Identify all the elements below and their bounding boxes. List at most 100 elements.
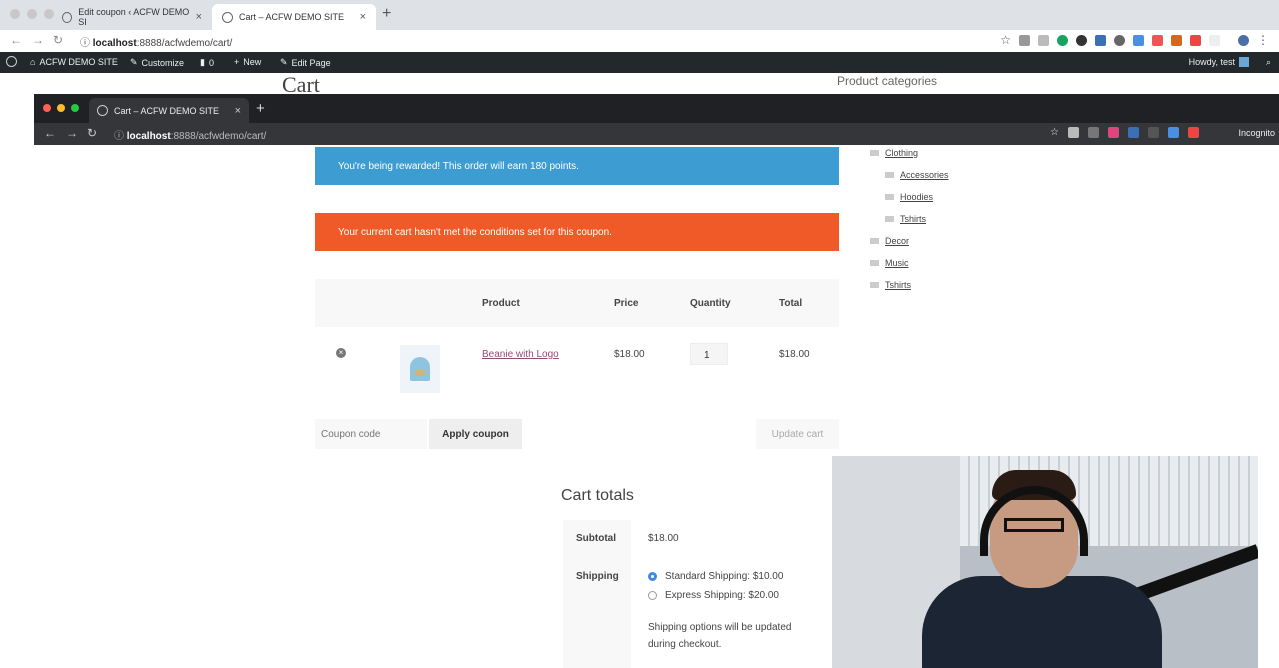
inner-address-bar: ← → ↻ ⓘ localhost:8888/acfwdemo/cart/ ☆ …: [34, 123, 1279, 145]
shipping-note: during checkout.: [648, 639, 722, 650]
category-item[interactable]: Decor: [870, 236, 909, 246]
comments-link[interactable]: ▮ 0: [200, 57, 214, 68]
search-icon[interactable]: ⌕: [1266, 57, 1271, 68]
extension-icon[interactable]: [1168, 127, 1179, 138]
header-product: Product: [482, 298, 520, 309]
close-tab-icon[interactable]: ×: [360, 11, 366, 23]
extension-icon[interactable]: [1190, 34, 1201, 46]
home-icon: ⌂: [30, 57, 36, 67]
extension-icon[interactable]: [1095, 34, 1106, 46]
item-total: $18.00: [779, 349, 810, 360]
back-icon[interactable]: ←: [10, 33, 22, 47]
back-icon[interactable]: ←: [44, 126, 56, 140]
extension-icon[interactable]: [1019, 34, 1030, 46]
standard-shipping-label[interactable]: Standard Shipping: $10.00: [665, 571, 783, 582]
tab-cart[interactable]: Cart – ACFW DEMO SITE ×: [212, 4, 376, 30]
close-tab-icon[interactable]: ×: [235, 105, 241, 117]
comment-icon: ▮: [200, 57, 205, 67]
extension-icon[interactable]: [1114, 34, 1125, 46]
extension-icon[interactable]: [1209, 34, 1220, 46]
avatar: [1239, 57, 1249, 67]
outer-address-bar: ← → ↻ ⓘ localhost:8888/acfwdemo/cart/ ☆ …: [0, 30, 1279, 53]
new-tab-button[interactable]: +: [256, 100, 265, 117]
category-item[interactable]: Clothing: [870, 148, 918, 158]
coupon-code-input[interactable]: [315, 419, 427, 449]
star-icon[interactable]: ☆: [1000, 33, 1011, 47]
inner-tab-strip: Cart – ACFW DEMO SITE × +: [34, 94, 1279, 123]
extension-icon[interactable]: [1068, 127, 1079, 138]
url-field[interactable]: ⓘ localhost:8888/acfwdemo/cart/: [114, 127, 266, 142]
product-link[interactable]: Beanie with Logo: [482, 349, 559, 360]
extension-icon[interactable]: [1188, 127, 1199, 138]
category-item[interactable]: Hoodies: [885, 192, 933, 202]
url-field[interactable]: ⓘ localhost:8888/acfwdemo/cart/: [80, 34, 232, 49]
subtotal-label: Subtotal: [576, 533, 616, 544]
reload-icon[interactable]: ↻: [53, 33, 63, 47]
window-controls[interactable]: [10, 9, 54, 19]
folder-icon: [870, 282, 879, 288]
webcam-overlay: [832, 456, 1258, 668]
forward-icon[interactable]: →: [66, 126, 78, 140]
brush-icon: ✎: [130, 57, 138, 67]
rewards-notice: You're being rewarded! This order will e…: [315, 147, 839, 185]
totals-label-column: Subtotal Shipping: [563, 520, 631, 668]
extension-icon[interactable]: [1076, 34, 1087, 46]
customize-link[interactable]: ✎ Customize: [130, 57, 184, 68]
product-thumbnail[interactable]: [400, 345, 440, 393]
site-name-link[interactable]: ⌂ ACFW DEMO SITE: [30, 57, 118, 67]
edit-page-link[interactable]: ✎ Edit Page: [280, 57, 331, 68]
standard-shipping-radio[interactable]: [648, 572, 657, 581]
express-shipping-radio[interactable]: [648, 591, 657, 600]
tab-cart[interactable]: Cart – ACFW DEMO SITE ×: [89, 98, 249, 123]
subtotal-value: $18.00: [648, 533, 679, 544]
category-item[interactable]: Tshirts: [870, 280, 911, 290]
extension-icon[interactable]: [1152, 34, 1163, 46]
profile-icon[interactable]: [1238, 34, 1249, 46]
express-shipping-label[interactable]: Express Shipping: $20.00: [665, 590, 779, 601]
remove-item-icon[interactable]: ×: [336, 348, 346, 358]
shipping-label: Shipping: [576, 571, 619, 582]
extension-icon[interactable]: [1088, 127, 1099, 138]
extension-icon[interactable]: [1128, 127, 1139, 138]
tab-edit-coupon[interactable]: Edit coupon ‹ ACFW DEMO SI ×: [52, 4, 212, 30]
sidebar-heading: Product categories: [837, 74, 938, 88]
folder-icon: [870, 238, 879, 244]
category-item[interactable]: Music: [870, 258, 909, 268]
folder-icon: [870, 150, 879, 156]
update-cart-button[interactable]: Update cart: [756, 419, 839, 449]
category-item[interactable]: Tshirts: [885, 214, 926, 224]
wordpress-logo-icon[interactable]: [6, 56, 17, 67]
extensions-bar: ☆: [1050, 127, 1199, 138]
globe-icon: [62, 11, 73, 23]
table-row: × Beanie with Logo $18.00 1 $18.00: [315, 327, 839, 399]
new-tab-button[interactable]: +: [382, 5, 391, 23]
extension-icon[interactable]: [1057, 34, 1068, 46]
forward-icon[interactable]: →: [32, 33, 44, 47]
microphone-arm: [1133, 544, 1258, 602]
plus-icon: +: [234, 57, 240, 67]
globe-icon: [222, 11, 233, 23]
star-icon[interactable]: ☆: [1050, 127, 1059, 138]
folder-icon: [885, 216, 894, 222]
coupon-error-notice: Your current cart hasn't met the conditi…: [315, 213, 839, 251]
menu-icon[interactable]: ⋮: [1257, 33, 1269, 47]
header-price: Price: [614, 298, 639, 309]
pencil-icon: ✎: [280, 57, 288, 67]
account-menu[interactable]: Howdy, test: [1189, 57, 1249, 67]
quantity-input[interactable]: 1: [690, 343, 728, 365]
extension-icon[interactable]: [1108, 127, 1119, 138]
new-content-link[interactable]: + New: [234, 57, 261, 67]
page-title: Cart: [282, 72, 320, 94]
incognito-label[interactable]: Incognito: [1238, 128, 1275, 138]
extension-icon[interactable]: [1171, 34, 1182, 46]
extension-icon[interactable]: [1038, 34, 1049, 46]
window-controls[interactable]: [43, 104, 79, 112]
extension-icon[interactable]: [1148, 127, 1159, 138]
category-item[interactable]: Accessories: [885, 170, 949, 180]
reload-icon[interactable]: ↻: [87, 126, 97, 140]
apply-coupon-button[interactable]: Apply coupon: [429, 419, 522, 449]
glasses: [1004, 518, 1064, 532]
close-tab-icon[interactable]: ×: [196, 11, 202, 23]
extension-icon[interactable]: [1133, 34, 1144, 46]
extensions-bar: ☆ ⋮: [1000, 33, 1269, 47]
